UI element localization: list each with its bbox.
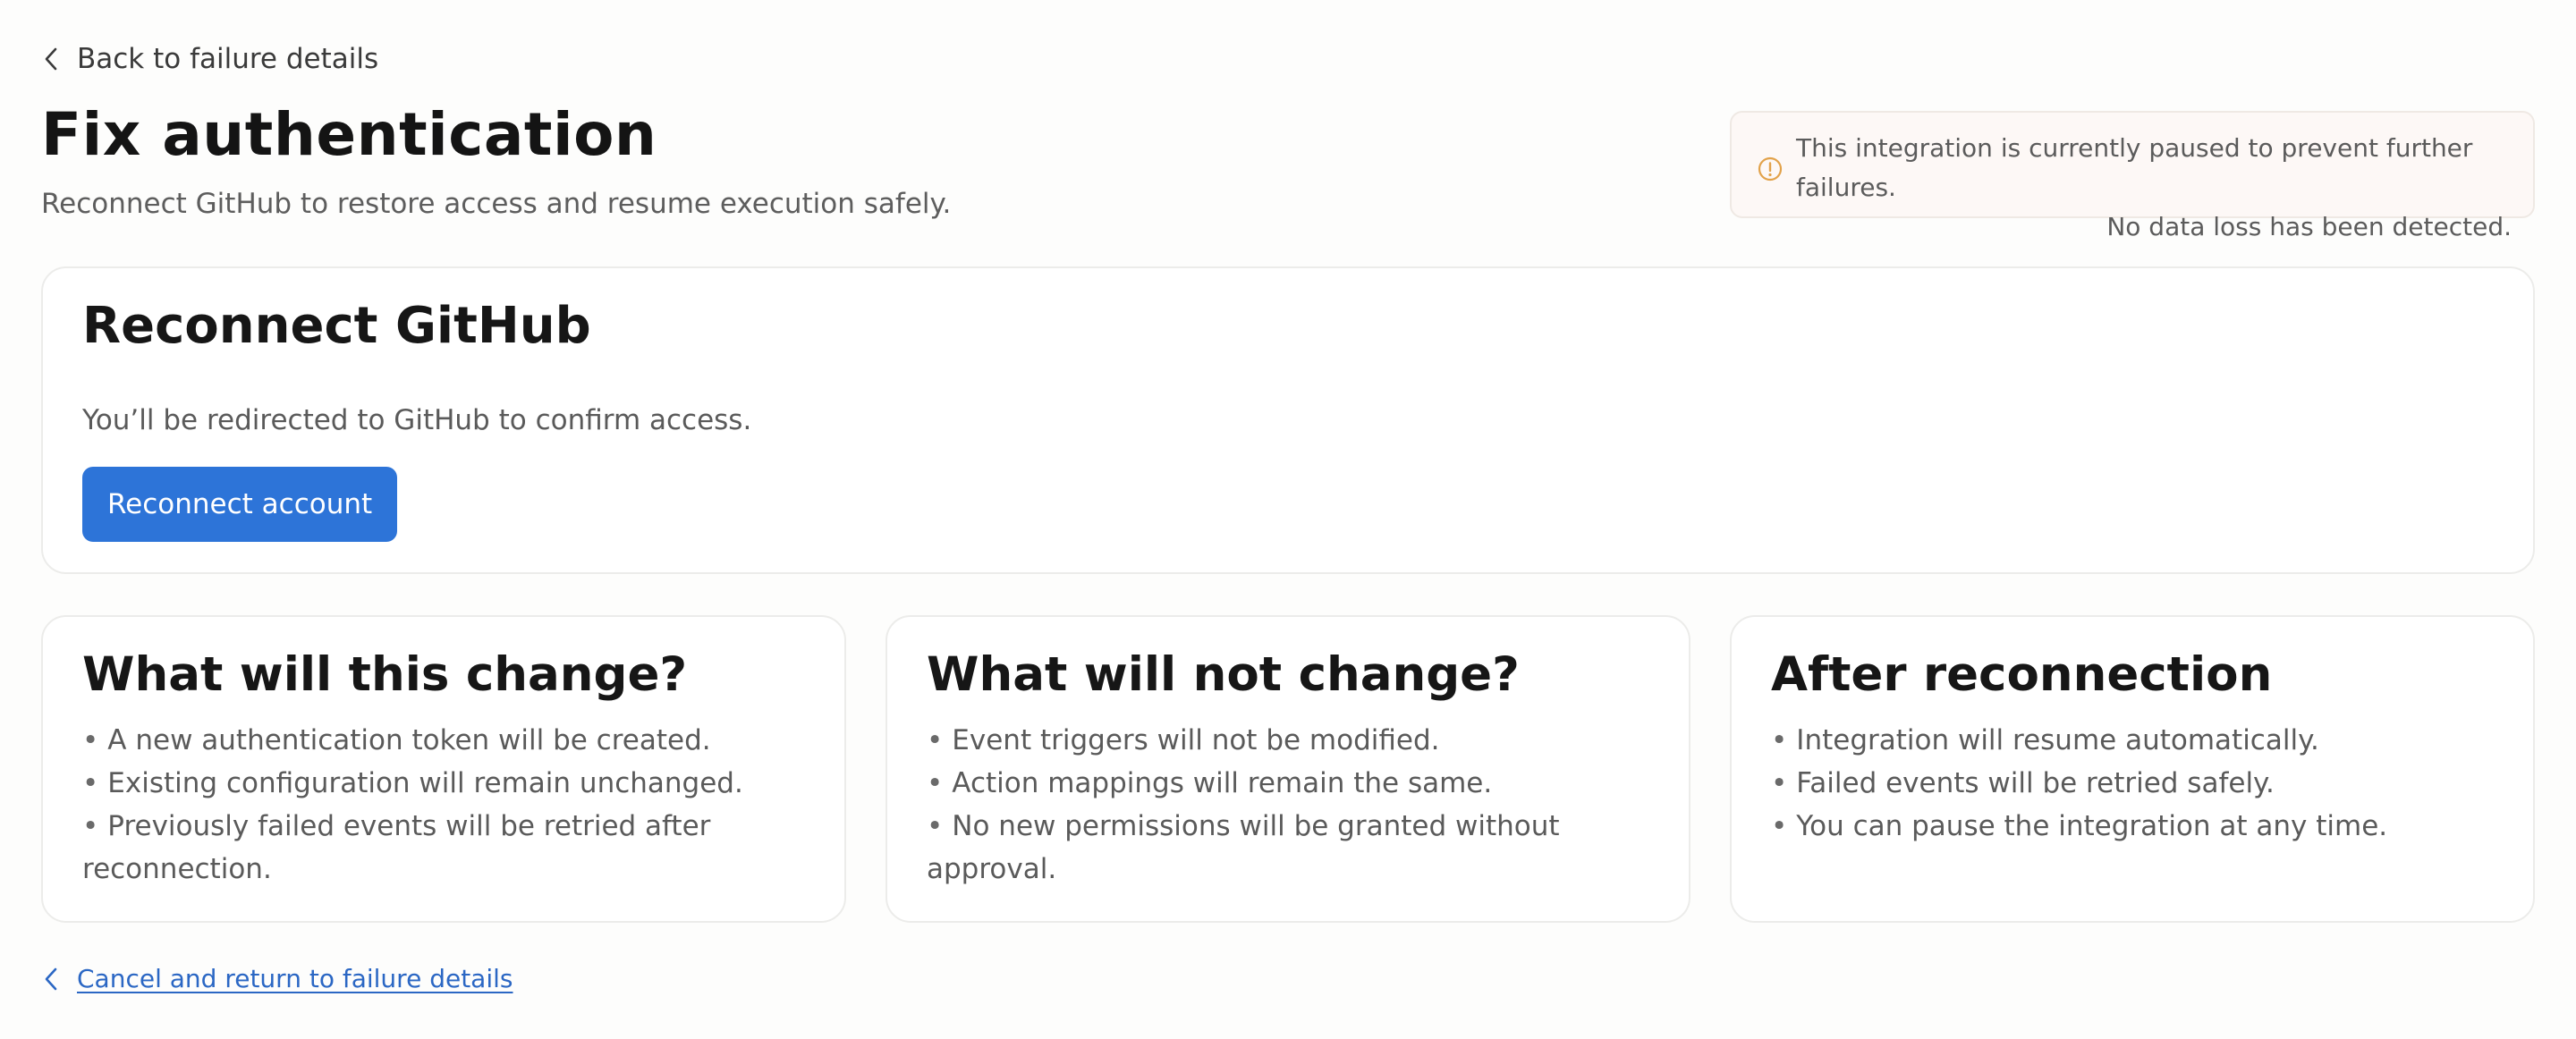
page-subtitle: Reconnect GitHub to restore access and r… xyxy=(41,188,952,220)
chevron-left-icon xyxy=(41,966,61,993)
warning-circle-icon xyxy=(1757,155,1784,182)
notice-line-2: No data loss has been detected. xyxy=(2106,212,2512,241)
cancel-and-return-link[interactable]: Cancel and return to failure details xyxy=(41,964,513,993)
what-will-not-change-card: What will not change? • Event triggers wi… xyxy=(886,615,1690,923)
list-item: • No new permissions will be granted with… xyxy=(927,810,1560,886)
notice-line-1: This integration is currently paused to … xyxy=(1796,133,2473,202)
list-item: • A new authentication token will be crea… xyxy=(82,724,711,757)
back-link-label: Back to failure details xyxy=(77,43,379,75)
chevron-left-icon xyxy=(41,46,61,72)
page-title: Fix authentication xyxy=(41,100,657,169)
after-list: • Integration will resume automatically. … xyxy=(1771,719,2494,848)
list-item: • Integration will resume automatically. xyxy=(1771,724,2319,757)
reconnect-account-button[interactable]: Reconnect account xyxy=(82,467,398,542)
card-title: After reconnection xyxy=(1771,647,2273,702)
reconnect-card-title: Reconnect GitHub xyxy=(82,297,591,355)
card-title: What will this change? xyxy=(82,647,688,702)
list-item: • Existing configuration will remain unch… xyxy=(82,767,743,800)
list-item: • Previously failed events will be retrie… xyxy=(82,810,711,886)
list-item: • You can pause the integration at any ti… xyxy=(1771,810,2388,843)
list-item: • Action mappings will remain the same. xyxy=(927,767,1493,800)
after-reconnection-card: After reconnection • Integration will res… xyxy=(1730,615,2535,923)
change-list: • A new authentication token will be crea… xyxy=(82,719,805,891)
no-change-list: • Event triggers will not be modified. • A… xyxy=(927,719,1649,891)
list-item: • Failed events will be retried safely. xyxy=(1771,767,2275,800)
reconnect-card-description: You’ll be redirected to GitHub to confir… xyxy=(82,404,752,436)
what-will-change-card: What will this change? • A new authentica… xyxy=(41,615,846,923)
cancel-link-label: Cancel and return to failure details xyxy=(77,964,513,993)
list-item: • Event triggers will not be modified. xyxy=(927,724,1440,757)
card-title: What will not change? xyxy=(927,647,1520,702)
back-to-failure-details-link[interactable]: Back to failure details xyxy=(41,43,378,75)
reconnect-github-card: Reconnect GitHub You’ll be redirected to… xyxy=(41,266,2535,574)
page: Back to failure details Fix authenticati… xyxy=(0,0,2576,1039)
paused-notice: This integration is currently paused to … xyxy=(1730,111,2535,241)
